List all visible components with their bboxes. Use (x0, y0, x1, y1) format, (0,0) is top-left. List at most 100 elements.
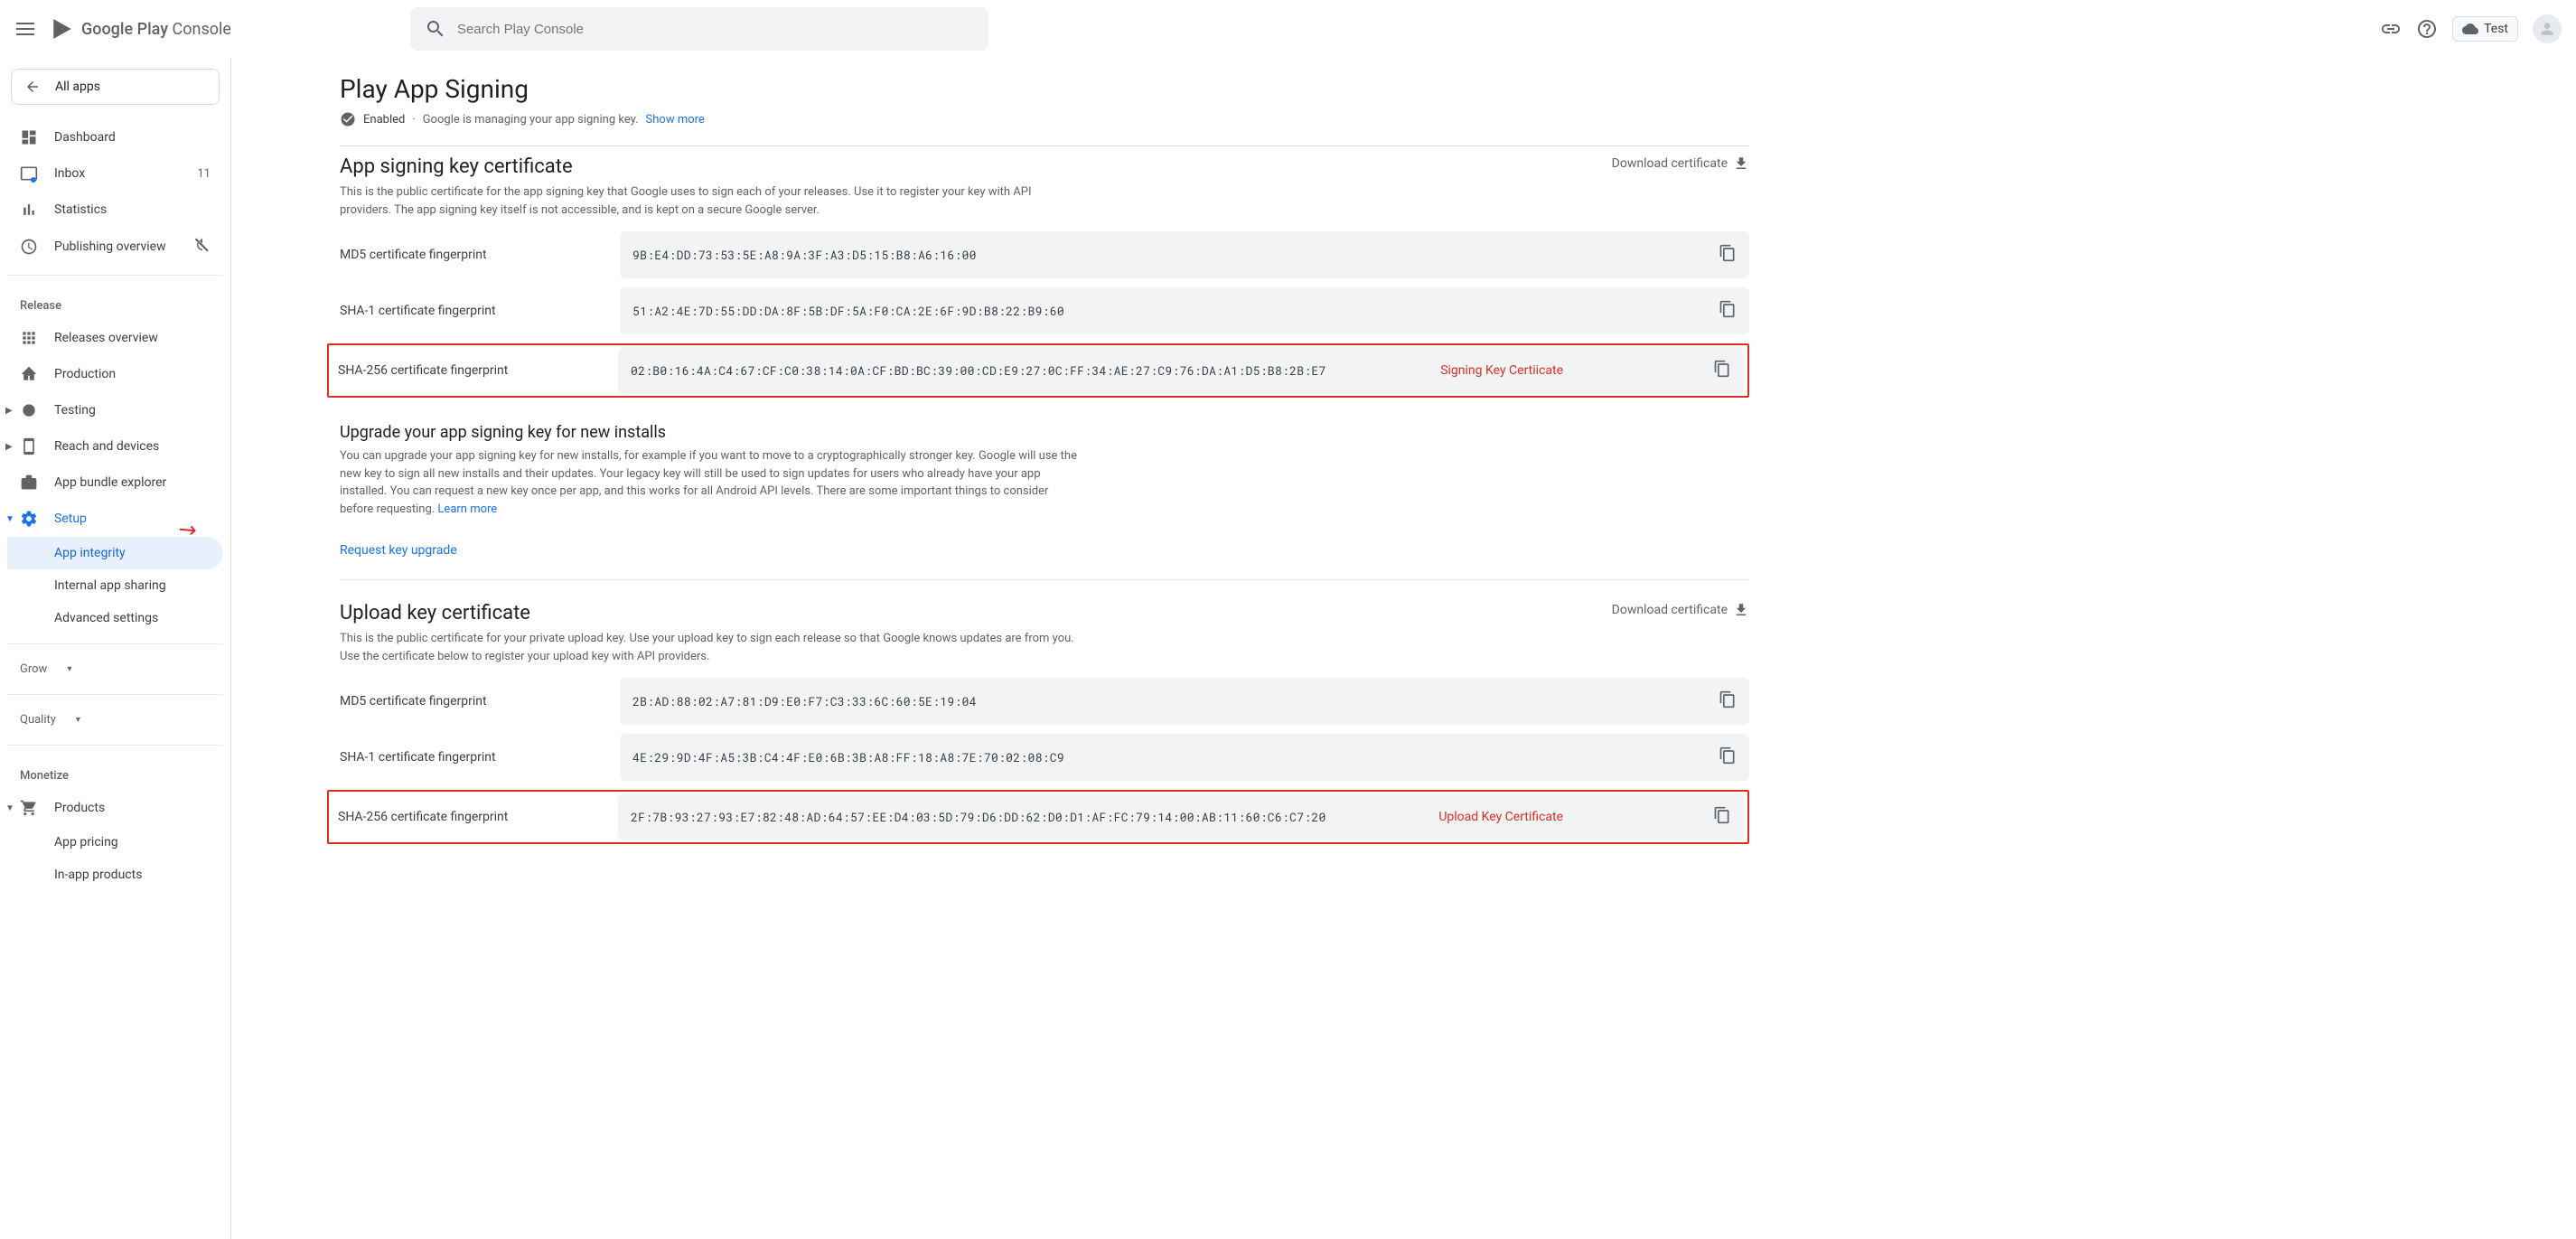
cert-row-md5-upload: MD5 certificate fingerprint 2B:AD:88:02:… (340, 678, 1749, 725)
sidebar-item-label: Setup (54, 512, 87, 526)
sidebar-item-inbox[interactable]: Inbox 11 (7, 155, 223, 192)
person-icon (2538, 20, 2556, 38)
status-separator: · (412, 113, 415, 127)
menu-icon[interactable] (14, 18, 36, 40)
sidebar-item-app-bundle[interactable]: App bundle explorer (7, 465, 223, 501)
logo[interactable]: Google Play Console (51, 17, 231, 41)
main-content: Play App Signing Enabled · Google is man… (231, 58, 2576, 1239)
sidebar-section-label: Grow (20, 662, 47, 676)
sidebar-item-app-integrity[interactable]: App integrity (7, 537, 223, 569)
help-icon[interactable] (2416, 18, 2438, 40)
chevron-right-icon: ▶ (5, 406, 13, 416)
link-icon[interactable] (2380, 18, 2402, 40)
sidebar-item-publishing-overview[interactable]: Publishing overview (7, 228, 223, 266)
cert-label: SHA-1 certificate fingerprint (340, 304, 620, 318)
cert-value: 51:A2:4E:7D:55:DD:DA:8F:5B:DF:5A:F0:CA:2… (632, 303, 1064, 319)
cart-icon (20, 799, 38, 817)
sidebar-item-label: Publishing overview (54, 239, 166, 254)
sidebar-item-label: Testing (54, 403, 96, 418)
search-box[interactable] (410, 7, 988, 51)
sidebar-item-label: App pricing (54, 835, 118, 849)
logo-text-light: Console (168, 20, 231, 39)
sidebar-section-grow[interactable]: Grow ▾ (7, 653, 223, 685)
sidebar-item-testing[interactable]: ▶ Testing (7, 392, 223, 428)
inbox-count: 11 (197, 167, 211, 181)
request-key-upgrade-button[interactable]: Request key upgrade (340, 543, 457, 579)
section-title-upload: Upload key certificate (340, 602, 1081, 624)
download-label: Download certificate (1612, 156, 1728, 171)
sidebar-item-releases-overview[interactable]: Releases overview (7, 320, 223, 356)
annotation-signing-key: Signing Key Certiicate (1440, 363, 1563, 378)
upgrade-title: Upgrade your app signing key for new ins… (340, 423, 1749, 442)
cert-row-md5: MD5 certificate fingerprint 9B:E4:DD:73:… (340, 231, 1749, 278)
chevron-right-icon: ▶ (5, 442, 13, 452)
sidebar-section-release: Release (7, 285, 223, 320)
sidebar-section-quality[interactable]: Quality ▾ (7, 704, 223, 736)
download-certificate-button[interactable]: Download certificate (1612, 155, 1749, 172)
sidebar-item-label: App integrity (54, 546, 126, 560)
status-enabled: Enabled (363, 113, 405, 127)
sidebar-item-label: Advanced settings (54, 611, 158, 625)
learn-more-link[interactable]: Learn more (437, 502, 497, 516)
sidebar-item-label: Statistics (54, 202, 107, 217)
status-row: Enabled · Google is managing your app si… (340, 111, 1749, 146)
sidebar-item-advanced-settings[interactable]: Advanced settings (7, 602, 223, 634)
sidebar-item-label: Products (54, 801, 105, 815)
play-logo-icon (51, 17, 74, 41)
environment-chip[interactable]: Test (2452, 16, 2518, 42)
copy-button[interactable] (1704, 244, 1737, 266)
production-icon (20, 365, 38, 383)
copy-button[interactable] (1699, 806, 1731, 828)
copy-button[interactable] (1699, 360, 1731, 381)
section-desc-upload: This is the public certificate for your … (340, 630, 1081, 665)
testing-icon (20, 401, 38, 419)
chevron-down-icon: ▾ (76, 715, 80, 725)
sidebar-item-label: Releases overview (54, 331, 158, 345)
all-apps-button[interactable]: All apps (11, 69, 220, 105)
download-certificate-button[interactable]: Download certificate (1612, 602, 1749, 618)
releases-icon (20, 329, 38, 347)
cert-label: MD5 certificate fingerprint (340, 694, 620, 709)
copy-button[interactable] (1704, 746, 1737, 768)
setup-icon (20, 510, 38, 528)
copy-button[interactable] (1704, 300, 1737, 322)
cert-value: 2F:7B:93:27:93:E7:82:48:AD:64:57:EE:D4:0… (631, 809, 1326, 825)
copy-button[interactable] (1704, 690, 1737, 712)
cloud-icon (2462, 21, 2478, 37)
sidebar-item-dashboard[interactable]: Dashboard (7, 119, 223, 155)
download-icon (1733, 602, 1749, 618)
sidebar-item-reach[interactable]: ▶ Reach and devices (7, 428, 223, 465)
topbar: Google Play Console Test (0, 0, 2576, 58)
sidebar-item-label: In-app products (54, 868, 142, 882)
sidebar-item-production[interactable]: Production (7, 356, 223, 392)
show-more-link[interactable]: Show more (646, 113, 705, 127)
managed-publishing-off-icon (194, 237, 211, 257)
cert-value-box: 51:A2:4E:7D:55:DD:DA:8F:5B:DF:5A:F0:CA:2… (620, 287, 1749, 334)
sidebar-item-app-pricing[interactable]: App pricing (7, 826, 223, 859)
cert-value-box: 4E:29:9D:4F:A5:3B:C4:4F:E0:6B:3B:A8:FF:1… (620, 734, 1749, 781)
sidebar-item-label: Reach and devices (54, 439, 159, 454)
sidebar-item-statistics[interactable]: Statistics (7, 192, 223, 228)
bundle-icon (20, 474, 38, 492)
upgrade-desc: You can upgrade your app signing key for… (340, 447, 1081, 518)
sidebar-item-in-app-products[interactable]: In-app products (7, 859, 223, 891)
cert-label: MD5 certificate fingerprint (340, 248, 620, 262)
all-apps-label: All apps (55, 80, 100, 94)
sidebar-item-label: App bundle explorer (54, 475, 166, 490)
cert-label: SHA-1 certificate fingerprint (340, 750, 620, 765)
statistics-icon (20, 201, 38, 219)
sidebar-item-products[interactable]: ▼ Products (7, 790, 223, 826)
sidebar-item-internal-sharing[interactable]: Internal app sharing (7, 569, 223, 602)
page-title: Play App Signing (340, 74, 1749, 104)
environment-label: Test (2484, 22, 2508, 36)
sidebar-section-label: Quality (20, 713, 56, 727)
search-input[interactable] (457, 22, 974, 37)
cert-value: 02:B0:16:4A:C4:67:CF:C0:38:14:0A:CF:BD:B… (631, 362, 1326, 379)
reach-icon (20, 437, 38, 455)
sidebar: All apps Dashboard Inbox 11 Statistics P… (0, 58, 231, 1239)
publishing-icon (20, 238, 38, 256)
sidebar-item-label: Internal app sharing (54, 578, 166, 593)
sidebar-item-label: Dashboard (54, 130, 116, 145)
avatar[interactable] (2533, 14, 2562, 43)
cert-value-box: 2B:AD:88:02:A7:81:D9:E0:F7:C3:33:6C:60:5… (620, 678, 1749, 725)
